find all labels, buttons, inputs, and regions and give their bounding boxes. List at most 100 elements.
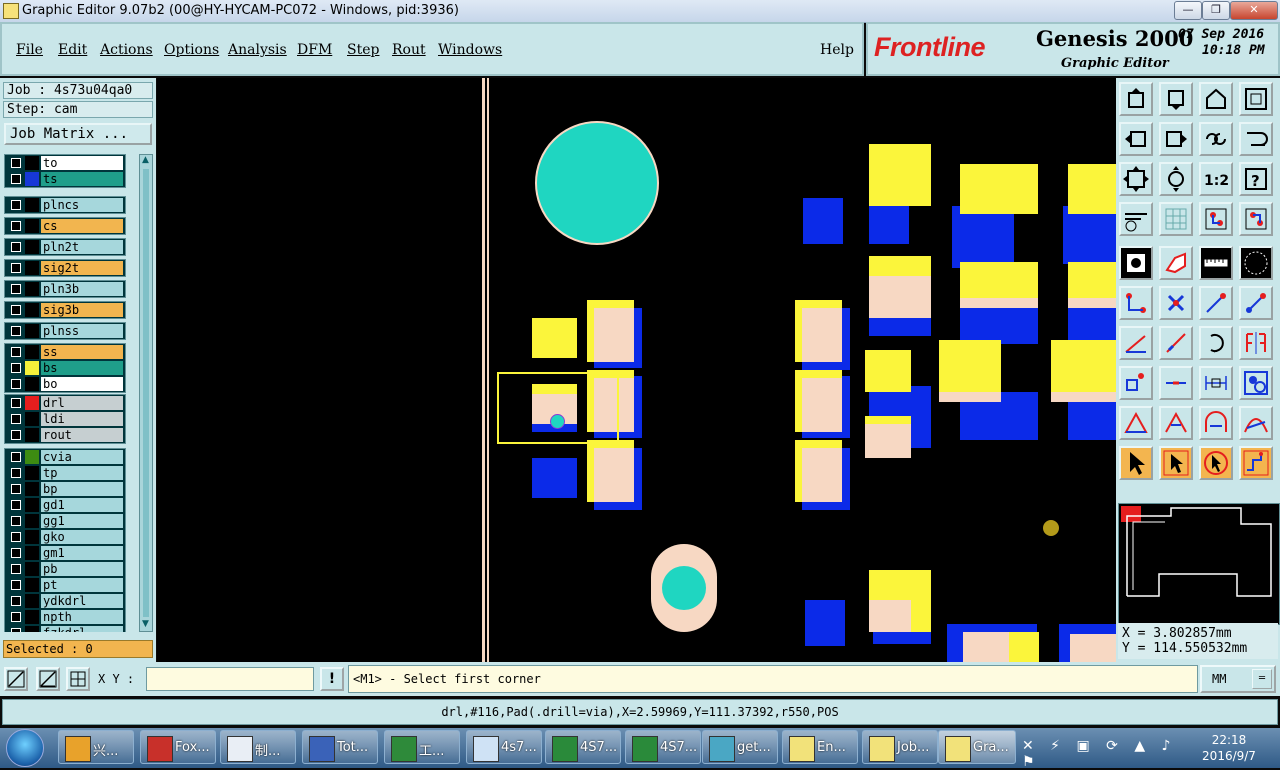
layer-name[interactable]: pt [41,578,123,592]
menu-options[interactable]: Options [164,42,219,58]
smd-pad[interactable] [960,164,1038,214]
snap-settings-icon[interactable] [1119,202,1153,236]
via-pad[interactable] [1043,520,1059,536]
units-selector[interactable]: MM ═ [1200,665,1276,693]
layer-checkbox[interactable] [11,414,21,424]
menu-file[interactable]: File [16,42,43,58]
taskbar-item[interactable]: 4S7... [625,730,701,764]
smd-pad[interactable] [1070,634,1116,662]
menu-dfm[interactable]: DFM [297,42,332,58]
layer-row-bp[interactable]: bp [5,481,126,497]
layer-checkbox[interactable] [11,379,21,389]
layer-row-pln3b[interactable]: pln3b [5,281,126,297]
layer-row-to[interactable]: to [5,155,126,171]
layer-checkbox[interactable] [11,363,21,373]
path-select-icon[interactable] [1239,446,1273,480]
layer-name[interactable]: pb [41,562,123,576]
smd-pad[interactable] [1068,164,1116,214]
flip-icon[interactable] [1239,326,1273,360]
layer-name[interactable]: to [41,156,123,170]
layer-checkbox[interactable] [11,612,21,622]
taskbar-item[interactable]: 4s7... [466,730,542,764]
zoom-window-icon[interactable] [4,667,28,691]
layer-checkbox[interactable] [11,158,21,168]
layer-row-ydkdrl[interactable]: ydkdrl [5,593,126,609]
smd-pad[interactable] [869,256,931,278]
center-icon[interactable] [1199,366,1233,400]
minimize-button[interactable]: — [1174,1,1202,20]
layer-row-ldi[interactable]: ldi [5,411,126,427]
layer-row-bo[interactable]: bo [5,376,126,392]
slash-icon[interactable] [1159,326,1193,360]
layer-name[interactable]: ts [41,172,123,186]
feature-select-icon[interactable] [1199,202,1233,236]
layer-checkbox[interactable] [11,263,21,273]
layer-name[interactable]: bs [41,361,123,375]
layer-checkbox[interactable] [11,305,21,315]
layer-name[interactable]: npth [41,610,123,624]
layer-name[interactable]: plnss [41,324,123,338]
save-icon[interactable] [1159,82,1193,116]
layer-row-gg1[interactable]: gg1 [5,513,126,529]
move-pad-icon[interactable] [1119,366,1153,400]
pan-left-icon[interactable] [1119,122,1153,156]
layer-checkbox[interactable] [11,500,21,510]
smd-pad[interactable] [869,144,931,206]
smd-pad[interactable] [865,350,911,392]
layer-name[interactable]: pln3b [41,282,123,296]
board-overview-map[interactable] [1118,503,1280,625]
smd-pad[interactable] [532,318,577,358]
layer-name[interactable]: rout [41,428,123,442]
layer-name[interactable]: sig3b [41,303,123,317]
taskbar-item[interactable]: 兴... [58,730,134,764]
layer-row-gm1[interactable]: gm1 [5,545,126,561]
taskbar-item[interactable]: get... [702,730,778,764]
layer-row-cs[interactable]: cs [5,218,126,234]
layer-row-pb[interactable]: pb [5,561,126,577]
layer-name[interactable]: sig2t [41,261,123,275]
layer-checkbox[interactable] [11,326,21,336]
grid-icon[interactable] [1159,202,1193,236]
xy-coordinate-input[interactable] [146,667,314,691]
layer-row-ts[interactable]: ts [5,171,126,187]
layer-name[interactable]: fzkdrl [41,626,123,632]
close-button[interactable]: ✕ [1230,1,1278,20]
smd-pad[interactable] [1068,262,1116,298]
menu-help[interactable]: Help [820,42,854,58]
taskbar-item[interactable]: Fox... [140,730,216,764]
ruler-icon[interactable] [1199,246,1233,280]
layer-checkbox[interactable] [11,347,21,357]
arch-a-icon[interactable] [1199,406,1233,440]
taskbar-item[interactable]: 制... [220,730,296,764]
measure-icon[interactable] [1159,366,1193,400]
taskbar-item[interactable]: En... [782,730,858,764]
layer-name[interactable]: pln2t [41,240,123,254]
rotate-select-icon[interactable] [1199,446,1233,480]
menu-analysis[interactable]: Analysis [228,42,287,58]
help-icon[interactable]: ? [1239,162,1273,196]
layer-row-rout[interactable]: rout [5,427,126,443]
layer-checkbox[interactable] [11,564,21,574]
layer-checkbox[interactable] [11,242,21,252]
warning-button[interactable]: ! [320,667,344,691]
restore-button[interactable]: ❐ [1202,1,1230,20]
layer-checkbox[interactable] [11,452,21,462]
layer-row-gko[interactable]: gko [5,529,126,545]
layer-row-bs[interactable]: bs [5,360,126,376]
select-arrow-box-icon[interactable] [1159,446,1193,480]
layer-row-gd1[interactable]: gd1 [5,497,126,513]
layer-row-ss[interactable]: ss [5,344,126,360]
snap-angle-icon[interactable] [36,667,60,691]
net-select-icon[interactable] [1239,202,1273,236]
select-arrow-icon[interactable] [1119,446,1153,480]
taskbar-item[interactable]: Gra... [938,730,1016,764]
layer-checkbox[interactable] [11,596,21,606]
layer-checkbox[interactable] [11,430,21,440]
smd-pad[interactable] [532,458,577,498]
layer-checkbox[interactable] [11,221,21,231]
layer-row-npth[interactable]: npth [5,609,126,625]
system-tray[interactable]: ✕ ⚡ ▣ ⟳ ▲ ♪ ⚑ [1022,738,1182,770]
triangle-icon[interactable] [1119,406,1153,440]
arc-icon[interactable] [1199,326,1233,360]
menu-actions[interactable]: Actions [100,42,153,58]
